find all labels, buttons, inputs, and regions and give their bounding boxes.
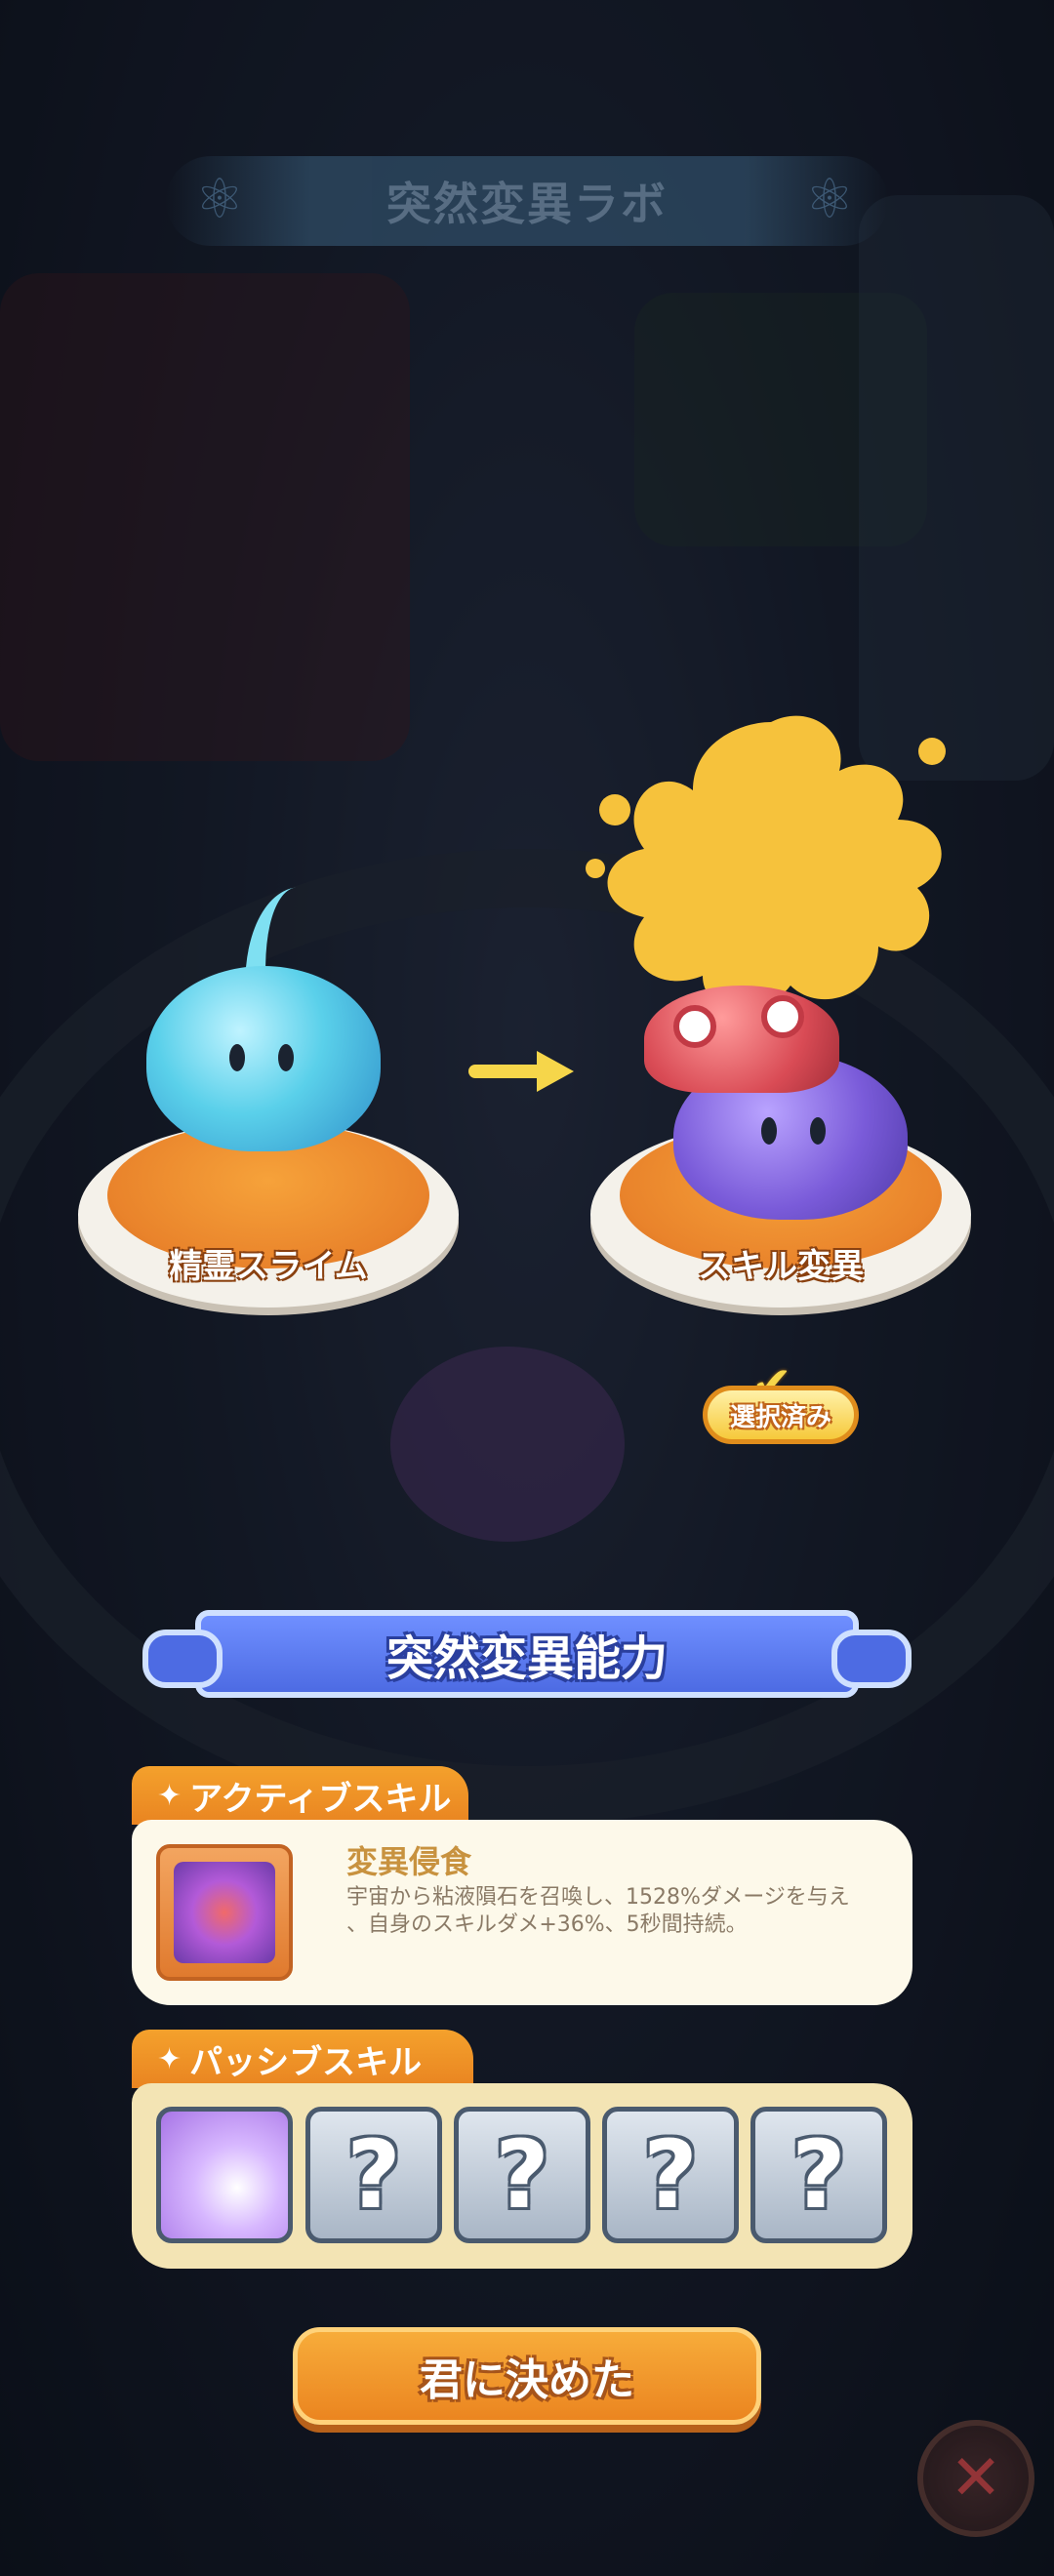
passive-skill-slot-locked[interactable]: ? — [750, 2107, 887, 2243]
question-mark-icon: ? — [643, 2120, 698, 2230]
eye — [229, 1044, 245, 1071]
passive-skill-slot-locked[interactable]: ? — [454, 2107, 590, 2243]
question-mark-icon: ? — [346, 2120, 401, 2230]
active-skill-tab-label: アクティブスキル — [189, 1779, 452, 1819]
active-skill-icon[interactable] — [156, 1844, 293, 1981]
target-label: スキル変異 — [698, 1247, 864, 1286]
ghost-creature — [390, 1347, 625, 1542]
sparkle-icon: ✦ — [157, 2041, 182, 2076]
confirm-button-label: 君に決めた — [420, 2355, 634, 2405]
ability-banner-title: 突然変異能力 — [385, 1631, 668, 1686]
active-skill-name: 変異侵食 — [346, 1843, 472, 1880]
page-title-bar: 突然変異ラボ — [166, 156, 888, 246]
question-mark-icon: ? — [495, 2120, 549, 2230]
eye — [761, 1117, 777, 1145]
close-button[interactable]: ✕ — [917, 2420, 1034, 2537]
atom-icon: ⚛ — [804, 168, 855, 231]
passive-skill-slot[interactable] — [156, 2107, 293, 2243]
arrow-right-icon — [468, 1051, 574, 1092]
selected-badge-label: 選択済み — [729, 1402, 831, 1432]
question-mark-icon: ? — [791, 2120, 846, 2230]
passive-skill-tab-label: パッシブスキル — [189, 2042, 423, 2082]
page-title: 突然変異ラボ — [386, 178, 668, 230]
splash-effect — [586, 715, 946, 1011]
spirit-slime — [146, 966, 381, 1151]
passive-skill-card: ? ? ? ? — [132, 2083, 912, 2269]
confirm-button[interactable]: 君に決めた — [293, 2327, 761, 2425]
passive-skill-slot-locked[interactable]: ? — [602, 2107, 739, 2243]
selected-badge: 選択済み — [703, 1386, 859, 1444]
atom-icon: ⚛ — [194, 168, 245, 231]
ability-banner: 突然変異能力 — [142, 1610, 912, 1698]
description-line: 、自身のスキルダメ+36%、5秒間持続。 — [346, 1912, 748, 1937]
eye — [278, 1044, 294, 1071]
source-label: 精霊スライム — [169, 1247, 368, 1286]
close-icon: ✕ — [950, 2442, 1002, 2515]
active-skill-card[interactable]: 変異侵食 宇宙から粘液隕石を召喚し、1528%ダメージを与え 、自身のスキルダメ… — [132, 1820, 912, 2005]
sparkle-icon: ✦ — [157, 1778, 182, 1813]
active-skill-description: 宇宙から粘液隕石を召喚し、1528%ダメージを与え 、自身のスキルダメ+36%、… — [346, 1884, 893, 1939]
active-skill-tab: ✦ アクティブスキル — [132, 1766, 468, 1825]
hat-eye — [673, 1005, 716, 1048]
hat-eye — [761, 995, 804, 1038]
crab-hat — [644, 986, 839, 1093]
eye — [810, 1117, 826, 1145]
passive-skill-slot-locked[interactable]: ? — [305, 2107, 442, 2243]
description-line: 宇宙から粘液隕石を召喚し、1528%ダメージを与え — [346, 1885, 850, 1910]
passive-skill-tab: ✦ パッシブスキル — [132, 2030, 473, 2088]
